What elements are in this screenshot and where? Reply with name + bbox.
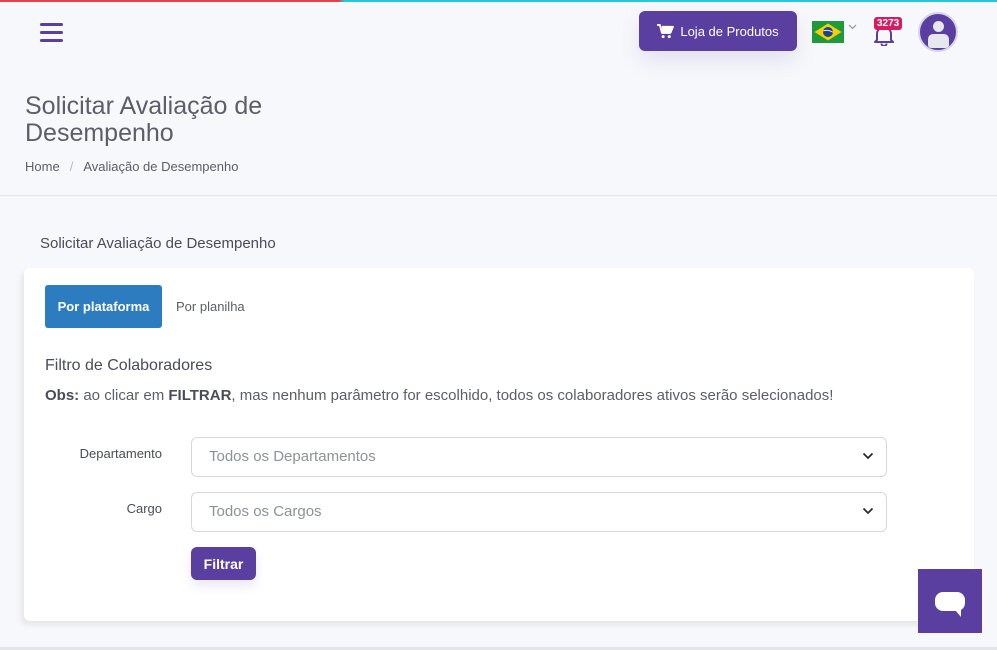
filter-title: Filtro de Colaboradores [45, 357, 213, 374]
breadcrumb-current: Avaliação de Desempenho [83, 159, 239, 174]
role-select-value: Todos os Cargos [209, 503, 322, 520]
filter-button[interactable]: Filtrar [191, 547, 256, 580]
cart-icon [657, 23, 675, 38]
filter-note-keyword: FILTRAR [168, 387, 232, 404]
user-avatar-icon[interactable] [918, 12, 958, 52]
chevron-down-icon [862, 507, 874, 515]
shop-products-label: Loja de Produtos [680, 23, 779, 39]
notification-count-badge: 3273 [874, 17, 903, 30]
page-title: Solicitar Avaliação de Desempenho [25, 92, 263, 147]
top-navbar: Loja de Produtos 3273 [0, 2, 997, 62]
department-select-value: Todos os Departamentos [209, 448, 376, 465]
chat-button[interactable] [918, 569, 982, 633]
header-divider [0, 195, 997, 196]
role-label: Cargo [126, 501, 162, 516]
filter-note-text-2: , mas nenhum parâmetro for escolhido, to… [231, 387, 834, 404]
shop-products-button[interactable]: Loja de Produtos [639, 11, 797, 51]
breadcrumb-separator: / [69, 159, 74, 174]
breadcrumb-home[interactable]: Home [25, 159, 60, 174]
department-select[interactable]: Todos os Departamentos [191, 437, 887, 477]
menu-icon[interactable] [40, 23, 63, 42]
tab-por-planilha[interactable]: Por planilha [176, 299, 245, 314]
role-select[interactable]: Todos os Cargos [191, 492, 887, 532]
brazil-flag-icon[interactable] [812, 21, 844, 43]
chat-icon [935, 591, 965, 617]
tab-por-plataforma[interactable]: Por plataforma [45, 285, 162, 328]
filter-note-text-1: ao clicar em [79, 387, 169, 404]
chevron-down-icon [862, 452, 874, 460]
department-label: Departamento [79, 446, 162, 461]
chevron-down-icon[interactable] [848, 24, 857, 30]
filter-note-prefix: Obs: [45, 387, 80, 404]
breadcrumb: Home / Avaliação de Desempenho [25, 159, 238, 174]
section-title: Solicitar Avaliação de Desempenho [40, 235, 276, 252]
filter-note: Obs: ao clicar em FILTRAR, mas nenhum pa… [45, 387, 833, 404]
